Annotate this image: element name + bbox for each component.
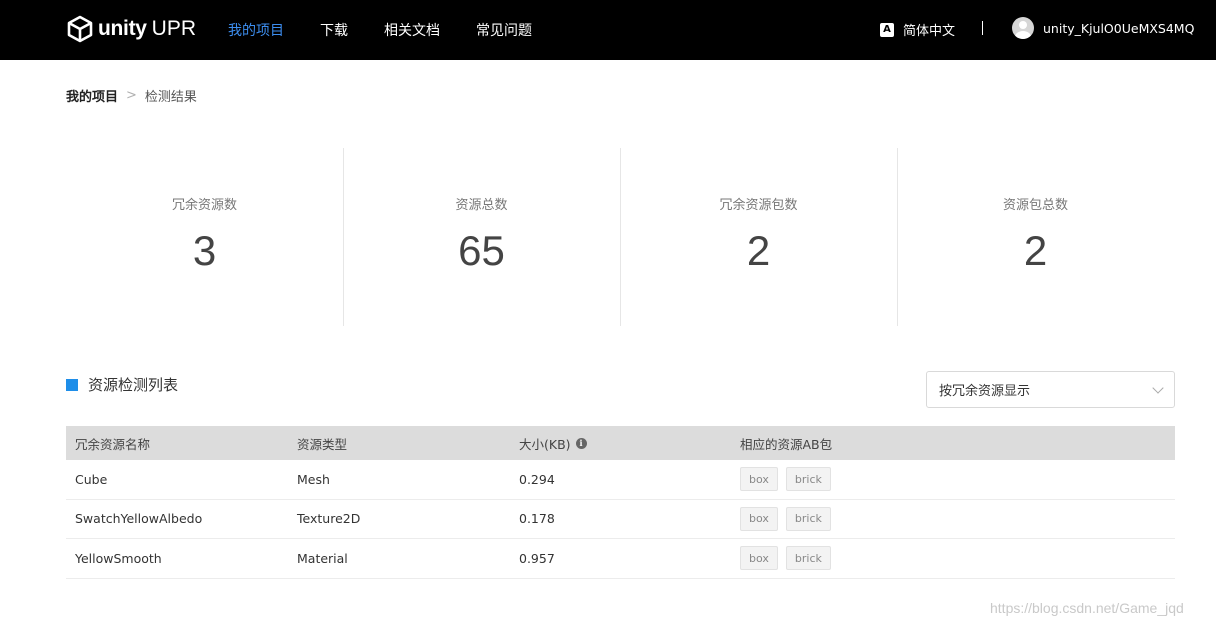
- stat-value: 2: [1023, 227, 1048, 274]
- display-mode-select[interactable]: 按冗余资源显示: [926, 371, 1175, 408]
- breadcrumb-my-projects[interactable]: 我的项目: [66, 86, 118, 105]
- cell-name: YellowSmooth: [75, 550, 162, 566]
- header-size: 大小(KB) i: [510, 434, 732, 453]
- stat-label: 资源总数: [455, 198, 508, 213]
- stat-value: 3: [192, 227, 217, 274]
- cell-bundles: box brick: [732, 546, 1175, 571]
- asset-table: 冗余资源名称 资源类型 大小(KB) i 相应的资源AB包 Cube Mesh …: [66, 426, 1175, 579]
- chevron-down-icon: [1152, 382, 1164, 394]
- cell-bundles: box brick: [732, 467, 1175, 492]
- cell-size: 0.294: [519, 471, 555, 487]
- nav-docs[interactable]: 相关文档: [384, 20, 440, 40]
- cell-name: Cube: [75, 471, 108, 487]
- chevron-right-icon: >: [126, 88, 137, 103]
- cell-type: Material: [297, 550, 348, 566]
- nav-my-projects[interactable]: 我的项目: [228, 20, 284, 40]
- unity-cube-icon: [67, 15, 93, 43]
- table-row: SwatchYellowAlbedo Texture2D 0.178 box b…: [66, 500, 1175, 539]
- section-title: 资源检测列表: [88, 376, 179, 394]
- main-nav: 我的项目 下载 相关文档 常见问题: [228, 0, 568, 60]
- bundle-tag[interactable]: brick: [785, 506, 831, 531]
- stat-redundant-assets: 冗余资源数 3: [66, 148, 343, 326]
- cell-bundles: box brick: [732, 506, 1175, 531]
- bundle-tag[interactable]: brick: [785, 546, 831, 571]
- bundle-tag[interactable]: box: [740, 506, 778, 531]
- product-name: UPR: [151, 17, 197, 40]
- stat-label: 冗余资源包数: [719, 198, 798, 213]
- language-switcher[interactable]: A 简体中文: [880, 20, 955, 39]
- watermark: https://blog.csdn.net/Game_jqd: [990, 600, 1184, 616]
- stat-value: 2: [746, 227, 771, 274]
- username: unity_KjulO0UeMXS4MQ: [1043, 20, 1195, 36]
- top-navbar: unity UPR 我的项目 下载 相关文档 常见问题 A 简体中文 unity…: [0, 0, 1216, 60]
- section-marker-icon: [66, 378, 78, 391]
- bundle-tag[interactable]: box: [740, 546, 778, 571]
- nav-divider: [982, 21, 983, 35]
- select-value: 按冗余资源显示: [939, 384, 1031, 399]
- user-menu[interactable]: unity_KjulO0UeMXS4MQ: [1012, 17, 1194, 39]
- cell-size: 0.178: [519, 511, 555, 527]
- stat-redundant-bundles: 冗余资源包数 2: [620, 148, 897, 326]
- table-row: YellowSmooth Material 0.957 box brick: [66, 539, 1175, 579]
- brand-name: unity: [98, 17, 147, 40]
- header-bundles: 相应的资源AB包: [740, 436, 833, 452]
- info-icon[interactable]: i: [575, 437, 587, 449]
- stat-total-bundles: 资源包总数 2: [897, 148, 1174, 326]
- header-asset-type: 资源类型: [297, 436, 348, 452]
- bundle-tag[interactable]: box: [740, 467, 778, 492]
- cell-type: Mesh: [297, 471, 330, 487]
- language-label: 简体中文: [903, 24, 956, 39]
- nav-download[interactable]: 下载: [320, 20, 348, 40]
- stat-total-assets: 资源总数 65: [343, 148, 620, 326]
- cell-type: Texture2D: [297, 511, 361, 527]
- cell-size: 0.957: [519, 550, 555, 566]
- bundle-tag[interactable]: brick: [785, 467, 831, 492]
- breadcrumb-current: 检测结果: [144, 90, 197, 105]
- stat-label: 资源包总数: [1002, 198, 1068, 213]
- cell-name: SwatchYellowAlbedo: [75, 511, 203, 527]
- stats-panel: 冗余资源数 3 资源总数 65 冗余资源包数 2 资源包总数 2: [66, 148, 1174, 326]
- breadcrumb: 我的项目 > 检测结果: [66, 86, 197, 105]
- avatar-icon: [1012, 17, 1034, 39]
- nav-faq[interactable]: 常见问题: [476, 20, 532, 40]
- table-row: Cube Mesh 0.294 box brick: [66, 460, 1175, 500]
- translate-icon: A: [880, 22, 894, 37]
- header-asset-name: 冗余资源名称: [75, 436, 151, 452]
- section-header: 资源检测列表: [66, 374, 178, 395]
- header-size-label: 大小(KB): [519, 436, 571, 452]
- unity-logo[interactable]: unity UPR: [66, 14, 196, 44]
- stat-value: 65: [458, 227, 505, 274]
- table-header: 冗余资源名称 资源类型 大小(KB) i 相应的资源AB包: [66, 426, 1175, 460]
- stat-label: 冗余资源数: [171, 198, 237, 213]
